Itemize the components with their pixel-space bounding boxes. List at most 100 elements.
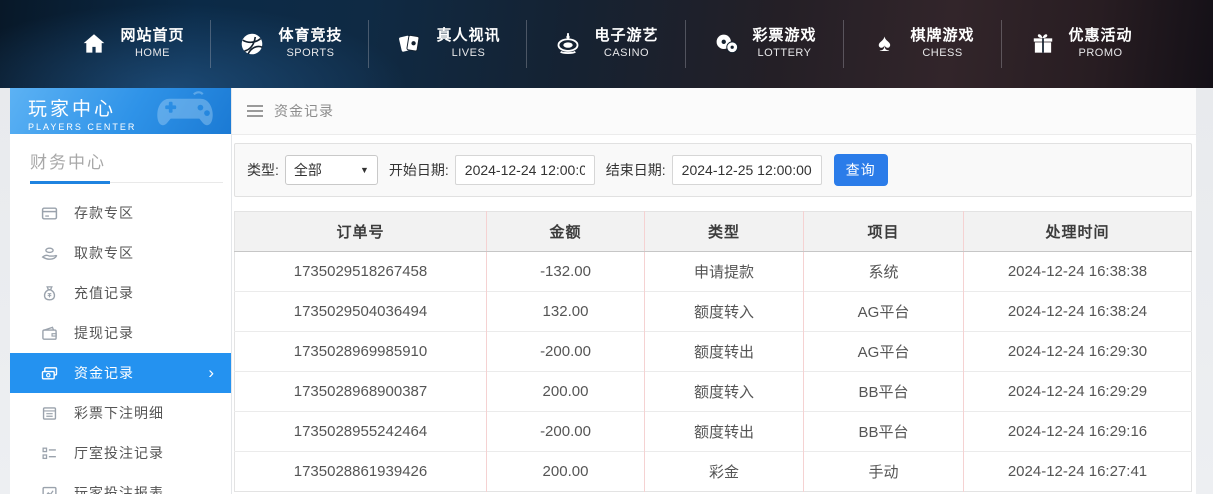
nav-en-casino: CASINO: [604, 47, 649, 61]
main-content: 资金记录 类型: 全部 ▼ 开始日期: 结束日期: 查询: [232, 88, 1196, 494]
column-header-order-id: 订单号: [235, 212, 487, 252]
query-button[interactable]: 查询: [834, 154, 888, 186]
sidebar-item-lottery-bet-details[interactable]: 彩票下注明细: [10, 393, 231, 433]
funds-records-table: 订单号 金额 类型 项目 处理时间 1735029518267458 -132.…: [234, 211, 1192, 492]
cell-amount: 200.00: [487, 372, 645, 412]
cell-amount: -200.00: [487, 412, 645, 452]
filter-bar: 类型: 全部 ▼ 开始日期: 结束日期: 查询: [234, 143, 1192, 197]
cell-process-time: 2024-12-24 16:38:24: [964, 292, 1192, 332]
nav-en-lives: LIVES: [452, 47, 486, 61]
table-header-row: 订单号 金额 类型 项目 处理时间: [235, 212, 1192, 252]
sidebar-item-label: 资金记录: [74, 363, 134, 383]
column-header-item: 项目: [804, 212, 964, 252]
body-row: 玩家中心 PLAYERS CENTER 财务中心 存款专区: [0, 88, 1213, 494]
chevron-down-icon: ▼: [360, 165, 369, 175]
withdraw-hand-icon: [40, 244, 58, 262]
cell-item: BB平台: [804, 372, 964, 412]
roulette-icon: [554, 30, 582, 58]
start-date-label: 开始日期:: [389, 160, 449, 180]
cell-item: BB平台: [804, 412, 964, 452]
lottery-balls-icon: [713, 30, 741, 58]
content-area: 类型: 全部 ▼ 开始日期: 结束日期: 查询 订单号: [232, 135, 1196, 492]
report-chart-icon: [40, 484, 58, 494]
sidebar-item-label: 厅室投注记录: [74, 443, 164, 463]
list-detail-icon: [40, 444, 58, 462]
playing-cards-icon: [396, 30, 424, 58]
table-row: 1735029518267458 -132.00 申请提款 系统 2024-12…: [235, 252, 1192, 292]
nav-item-sports[interactable]: 体育竞技 SPORTS: [211, 16, 369, 72]
cell-process-time: 2024-12-24 16:29:29: [964, 372, 1192, 412]
spade-icon: ♠: [871, 30, 899, 58]
nav-en-promo: PROMO: [1079, 47, 1123, 61]
end-date-input[interactable]: [672, 155, 822, 185]
type-filter-label: 类型:: [247, 160, 279, 180]
sidebar-section: 财务中心: [10, 134, 231, 183]
gamepad-icon: [145, 90, 225, 134]
nav-item-casino[interactable]: 电子游艺 CASINO: [527, 16, 685, 72]
nav-en-home: HOME: [135, 47, 170, 61]
nav-item-lottery[interactable]: 彩票游戏 LOTTERY: [686, 16, 844, 72]
page-root: 网站首页 HOME 体育竞技 SPORTS 真人视讯 LIVES: [0, 0, 1213, 494]
nav-label-promo: 优惠活动 PROMO: [1069, 27, 1133, 61]
column-header-process-time: 处理时间: [964, 212, 1192, 252]
sidebar-menu: 存款专区 取款专区 充值记录: [10, 183, 231, 494]
home-icon: [80, 30, 108, 58]
cell-type: 额度转出: [645, 412, 804, 452]
cell-process-time: 2024-12-24 16:27:41: [964, 452, 1192, 492]
nav-item-chess[interactable]: ♠ 棋牌游戏 CHESS: [844, 16, 1002, 72]
nav-label-chess: 棋牌游戏 CHESS: [911, 27, 975, 61]
cell-amount: 200.00: [487, 452, 645, 492]
sidebar-item-recharge-records[interactable]: 充值记录: [10, 273, 231, 313]
table-row: 1735028968900387 200.00 额度转入 BB平台 2024-1…: [235, 372, 1192, 412]
cell-type: 申请提款: [645, 252, 804, 292]
sidebar: 玩家中心 PLAYERS CENTER 财务中心 存款专区: [10, 88, 232, 494]
cell-item: AG平台: [804, 292, 964, 332]
breadcrumb: 资金记录: [232, 88, 1196, 135]
sidebar-item-withdrawal-records[interactable]: 提现记录: [10, 313, 231, 353]
breadcrumb-label: 资金记录: [274, 101, 334, 121]
cell-process-time: 2024-12-24 16:29:16: [964, 412, 1192, 452]
cell-type: 额度转出: [645, 332, 804, 372]
cell-amount: -132.00: [487, 252, 645, 292]
top-navigation: 网站首页 HOME 体育竞技 SPORTS 真人视讯 LIVES: [0, 0, 1213, 88]
column-header-amount: 金额: [487, 212, 645, 252]
cell-process-time: 2024-12-24 16:29:30: [964, 332, 1192, 372]
nav-en-lottery: LOTTERY: [757, 47, 811, 61]
cell-order-id: 1735029504036494: [235, 292, 487, 332]
table-row: 1735028969985910 -200.00 额度转出 AG平台 2024-…: [235, 332, 1192, 372]
sports-ball-icon: [238, 30, 266, 58]
nav-zh-promo: 优惠活动: [1069, 27, 1133, 46]
sidebar-item-label: 提现记录: [74, 323, 134, 343]
hamburger-menu-icon[interactable]: [246, 104, 264, 118]
sidebar-item-player-bet-report[interactable]: 玩家投注报表: [10, 473, 231, 494]
nav-zh-sports: 体育竞技: [278, 27, 342, 46]
cell-order-id: 1735029518267458: [235, 252, 487, 292]
money-bag-icon: [40, 284, 58, 302]
table-row: 1735029504036494 132.00 额度转入 AG平台 2024-1…: [235, 292, 1192, 332]
sidebar-item-deposit-zone[interactable]: 存款专区: [10, 193, 231, 233]
sidebar-item-funds-records[interactable]: 资金记录 ›: [10, 353, 231, 393]
gift-icon: [1029, 30, 1057, 58]
cell-type: 额度转入: [645, 292, 804, 332]
sidebar-item-label: 取款专区: [74, 243, 134, 263]
nav-item-promo[interactable]: 优惠活动 PROMO: [1002, 16, 1160, 72]
nav-zh-chess: 棋牌游戏: [911, 27, 975, 46]
nav-zh-lives: 真人视讯: [436, 27, 500, 46]
cell-item: 手动: [804, 452, 964, 492]
column-header-type: 类型: [645, 212, 804, 252]
sidebar-item-room-bet-records[interactable]: 厅室投注记录: [10, 433, 231, 473]
sidebar-item-label: 彩票下注明细: [74, 403, 164, 423]
nav-item-home[interactable]: 网站首页 HOME: [53, 16, 211, 72]
banknotes-icon: [40, 364, 58, 382]
nav-item-lives[interactable]: 真人视讯 LIVES: [369, 16, 527, 72]
sidebar-item-withdraw-zone[interactable]: 取款专区: [10, 233, 231, 273]
sidebar-item-label: 存款专区: [74, 203, 134, 223]
cell-order-id: 1735028861939426: [235, 452, 487, 492]
cell-item: AG平台: [804, 332, 964, 372]
nav-label-lottery: 彩票游戏 LOTTERY: [753, 27, 817, 61]
nav-label-casino: 电子游艺 CASINO: [594, 27, 658, 61]
start-date-input[interactable]: [455, 155, 595, 185]
type-select[interactable]: 全部 ▼: [285, 155, 378, 185]
nav-en-chess: CHESS: [922, 47, 962, 61]
nav-zh-lottery: 彩票游戏: [753, 27, 817, 46]
